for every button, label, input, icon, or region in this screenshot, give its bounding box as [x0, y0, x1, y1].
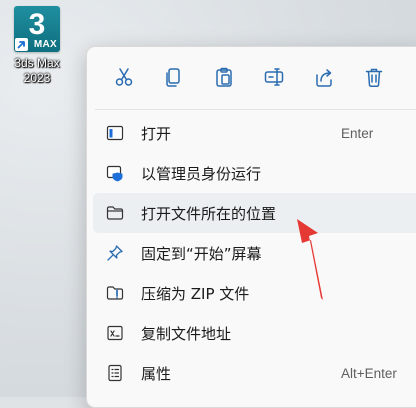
- share-button[interactable]: [299, 54, 349, 104]
- menu-item-label: 打开: [141, 124, 172, 143]
- copy-path-icon: [103, 321, 127, 345]
- open-window-icon: [103, 121, 127, 145]
- menu-item-label: 压缩为 ZIP 文件: [141, 284, 250, 303]
- zip-folder-icon: [103, 281, 127, 305]
- scissors-icon: [113, 66, 135, 92]
- toolbar-separator: [95, 109, 416, 110]
- shortcut-arrow-icon: [15, 38, 28, 51]
- desktop-shortcut-3ds-max[interactable]: 3 MAX 3ds Max 2023: [6, 6, 68, 86]
- paste-button[interactable]: [199, 54, 249, 104]
- menu-item-label: 以管理员身份运行: [141, 164, 262, 183]
- share-icon: [313, 66, 335, 92]
- admin-shield-icon: [103, 161, 127, 185]
- copy-icon: [163, 66, 185, 92]
- menu-item-open-file-location[interactable]: 打开文件所在的位置: [93, 193, 416, 233]
- desktop-shortcut-label-line2: 2023: [23, 71, 51, 85]
- copy-button[interactable]: [149, 54, 199, 104]
- menu-item-shortcut: Alt+Enter: [341, 365, 397, 381]
- menu-item-label: 属性: [141, 364, 172, 383]
- folder-icon: [103, 201, 127, 225]
- menu-item-copy-path[interactable]: 复制文件地址: [93, 313, 416, 353]
- trash-icon: [363, 66, 385, 92]
- menu-item-label: 打开文件所在的位置: [141, 204, 277, 223]
- 3ds-max-app-icon: 3 MAX: [14, 6, 60, 52]
- menu-item-open[interactable]: 打开 Enter: [93, 113, 416, 153]
- app-icon-number: 3: [28, 8, 46, 41]
- context-menu-items: 打开 Enter 以管理员身份运行 打开文件所在的位置 固定到“开始”屏幕 压缩…: [87, 113, 416, 393]
- menu-item-shortcut: Enter: [341, 125, 374, 141]
- properties-icon: [103, 361, 127, 385]
- menu-item-compress-zip[interactable]: 压缩为 ZIP 文件: [93, 273, 416, 313]
- menu-item-properties[interactable]: 属性 Alt+Enter: [93, 353, 416, 393]
- menu-item-pin-to-start[interactable]: 固定到“开始”屏幕: [93, 233, 416, 273]
- rename-icon: [263, 66, 285, 92]
- context-menu-toolbar: [87, 47, 416, 111]
- app-icon-brand: MAX: [33, 39, 57, 50]
- desktop-shortcut-label: 3ds Max 2023: [6, 56, 68, 86]
- rename-button[interactable]: [249, 54, 299, 104]
- menu-item-label: 复制文件地址: [141, 324, 232, 343]
- menu-item-label: 固定到“开始”屏幕: [141, 244, 262, 263]
- pin-icon: [103, 241, 127, 265]
- paste-icon: [213, 66, 235, 92]
- delete-button[interactable]: [349, 54, 399, 104]
- desktop-shortcut-label-line1: 3ds Max: [14, 56, 60, 70]
- cut-button[interactable]: [99, 54, 149, 104]
- context-menu: 打开 Enter 以管理员身份运行 打开文件所在的位置 固定到“开始”屏幕 压缩…: [86, 46, 416, 408]
- menu-item-run-as-admin[interactable]: 以管理员身份运行: [93, 153, 416, 193]
